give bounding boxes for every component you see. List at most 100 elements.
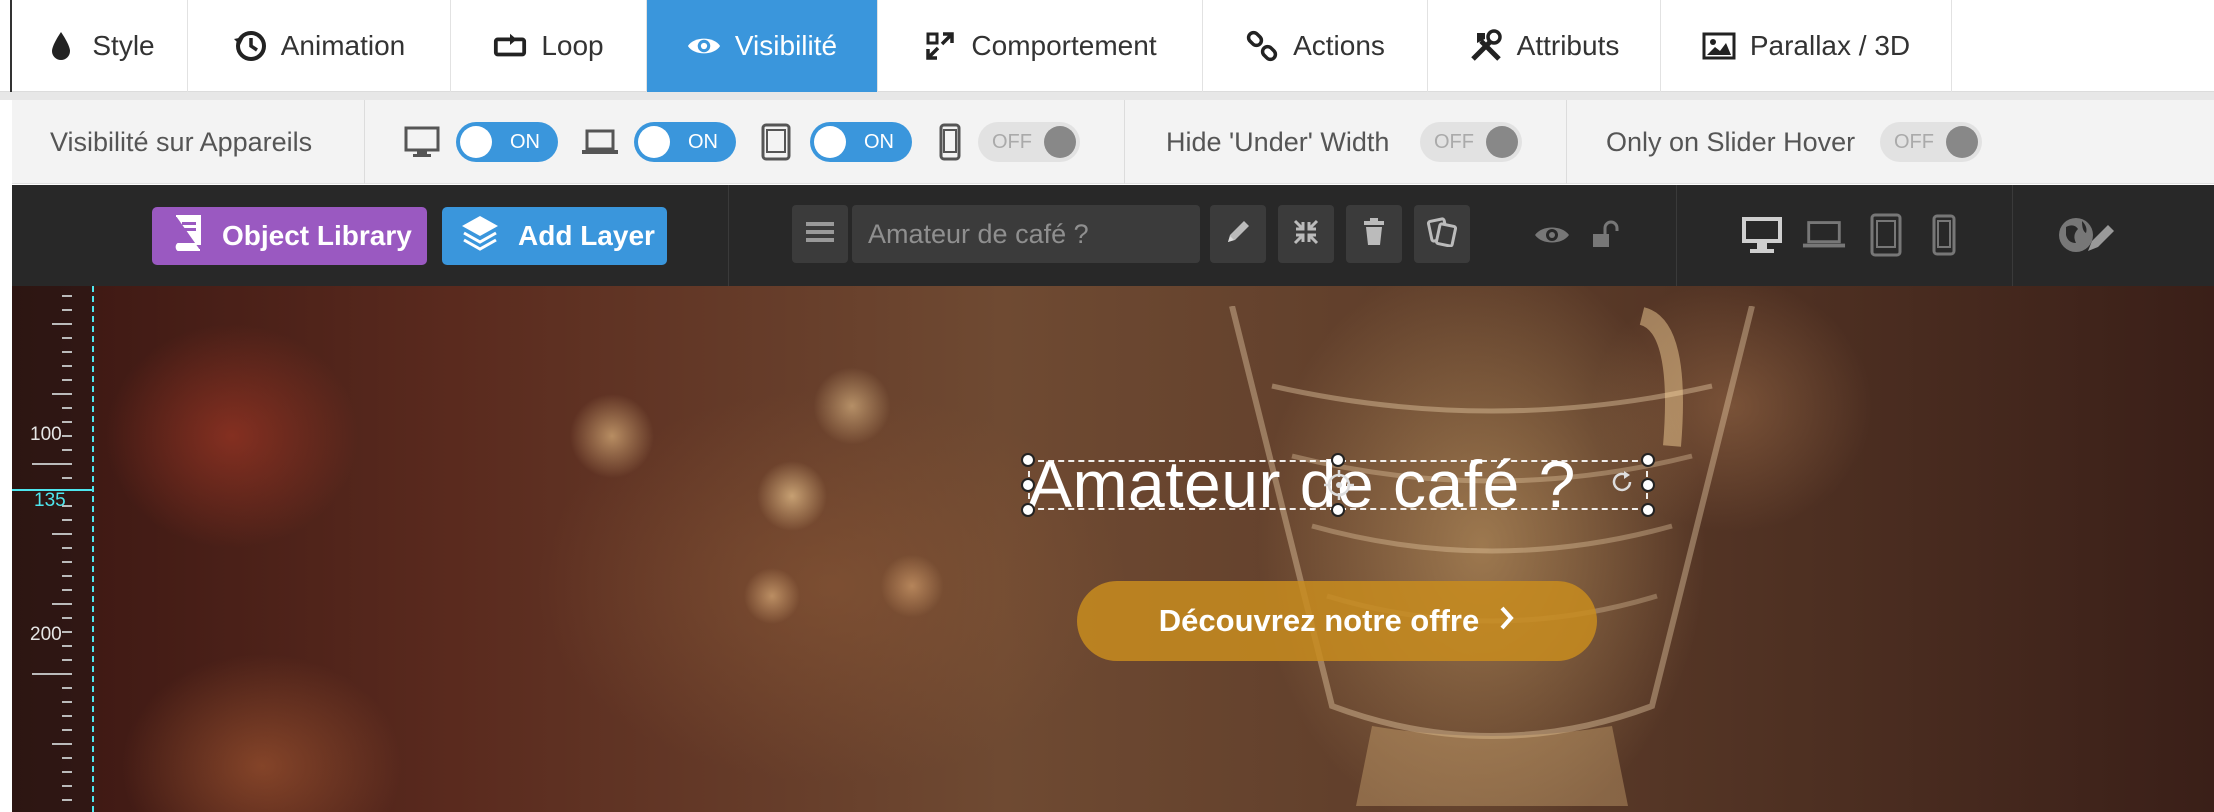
tab-attributs[interactable]: Attributs <box>1428 0 1661 92</box>
only-on-slider-hover-label: Only on Slider Hover <box>1606 126 1856 157</box>
ruler-label: 200 <box>30 624 62 645</box>
history-icon <box>233 29 267 63</box>
notebook-visibility-toggle[interactable]: ON <box>634 122 736 162</box>
tab-actions[interactable]: Actions <box>1203 0 1428 92</box>
tab-divider <box>0 92 2214 100</box>
divider <box>728 185 729 286</box>
tab-label: Loop <box>541 30 604 61</box>
tab-label: Comportement <box>971 30 1157 61</box>
toggle-knob <box>1946 126 1978 158</box>
tab-style[interactable]: Style <box>12 0 188 92</box>
layers-icon <box>460 214 500 259</box>
image-icon <box>1702 29 1736 63</box>
object-library-label: Object Library <box>222 220 412 251</box>
divider <box>1124 100 1125 184</box>
object-library-button[interactable]: Object Library <box>152 207 427 265</box>
tablet-view-icon[interactable] <box>1864 213 1908 257</box>
toggle-state: ON <box>510 130 540 153</box>
tools-icon <box>1469 29 1503 63</box>
mobile-visibility-toggle[interactable]: OFF <box>978 122 1080 162</box>
add-layer-button[interactable]: Add Layer <box>442 207 667 265</box>
layer-name-input[interactable] <box>852 205 1200 263</box>
loop-icon <box>493 29 527 63</box>
ruler-label: 100 <box>30 424 62 445</box>
notebook-view-icon[interactable] <box>1802 213 1846 257</box>
resize-handle[interactable] <box>1021 503 1035 517</box>
tablet-visibility-toggle[interactable]: ON <box>810 122 912 162</box>
toggle-knob <box>1486 126 1518 158</box>
tab-label: Visibilité <box>734 30 838 61</box>
desktop-icon <box>400 120 444 164</box>
unlock-icon[interactable] <box>1584 213 1628 257</box>
layer-list-button[interactable] <box>792 205 848 263</box>
tab-comportement[interactable]: Comportement <box>878 0 1203 92</box>
toggle-state: OFF <box>1894 130 1934 153</box>
window-edge <box>10 0 12 100</box>
visibility-bar: Visibilité sur Appareils ON ON ON OFF Hi… <box>12 100 2214 184</box>
divider <box>1676 185 1677 286</box>
toggle-state: OFF <box>992 130 1032 153</box>
toggle-knob <box>814 126 846 158</box>
edit-layer-button[interactable] <box>1210 205 1266 263</box>
tab-label: Actions <box>1293 30 1385 61</box>
eye-icon <box>687 29 721 63</box>
add-layer-label: Add Layer <box>518 220 655 251</box>
expand-icon <box>923 29 957 63</box>
tab-parallax-3d[interactable]: Parallax / 3D <box>1661 0 1952 92</box>
tab-label: Animation <box>280 30 406 61</box>
toggle-knob <box>460 126 492 158</box>
tab-loop[interactable]: Loop <box>451 0 647 92</box>
link-icon <box>1245 29 1279 63</box>
cta-button-layer[interactable]: Découvrez notre offre <box>1077 581 1597 661</box>
resize-handle[interactable] <box>1331 503 1345 517</box>
cta-label: Découvrez notre offre <box>1158 603 1480 638</box>
resize-handle[interactable] <box>1021 478 1035 492</box>
slide-canvas[interactable]: 100 135 200 Amateur de café ? Découvrez … <box>12 286 2214 812</box>
toggle-state: ON <box>864 130 894 153</box>
resize-handle[interactable] <box>1641 478 1655 492</box>
chevron-right-icon <box>1499 603 1515 639</box>
tab-animation[interactable]: Animation <box>188 0 451 92</box>
fit-layer-button[interactable] <box>1278 205 1334 263</box>
toggle-knob <box>638 126 670 158</box>
desktop-view-icon[interactable] <box>1740 213 1784 257</box>
tab-label: Parallax / 3D <box>1749 30 1911 61</box>
vertical-guide-line <box>92 286 94 812</box>
trash-icon <box>1362 217 1386 251</box>
visibility-devices-label: Visibilité sur Appareils <box>50 126 313 157</box>
duplicate-layer-button[interactable] <box>1414 205 1470 263</box>
toggle-state: ON <box>688 130 718 153</box>
notebook-icon <box>578 120 622 164</box>
ruler-label-active: 135 <box>34 490 66 511</box>
copy-icon <box>1426 216 1458 252</box>
mobile-view-icon[interactable] <box>1922 213 1966 257</box>
resize-handle[interactable] <box>1021 453 1035 467</box>
visibility-eye-icon[interactable] <box>1530 213 1574 257</box>
layer-toolbar: Object Library Add Layer <box>12 185 2214 286</box>
desktop-visibility-toggle[interactable]: ON <box>456 122 558 162</box>
ruler-position-guide <box>12 489 92 491</box>
tab-visibilite[interactable]: Visibilité <box>647 0 878 92</box>
divider <box>1566 100 1567 184</box>
resize-handle[interactable] <box>1641 503 1655 517</box>
resize-handle[interactable] <box>1331 453 1345 467</box>
tablet-icon <box>754 120 798 164</box>
hide-under-width-label: Hide 'Under' Width <box>1166 126 1390 157</box>
tab-label: Style <box>92 30 155 61</box>
rotate-handle-icon[interactable] <box>1608 468 1636 496</box>
only-on-slider-hover-toggle[interactable]: OFF <box>1880 122 1982 162</box>
delete-layer-button[interactable] <box>1346 205 1402 263</box>
book-icon <box>170 214 204 259</box>
divider <box>364 100 365 184</box>
tab-bar: Style Animation Loop Visibilité Comporte… <box>0 0 2214 92</box>
resize-handle[interactable] <box>1641 453 1655 467</box>
background-coffee-image <box>1229 306 1755 806</box>
globe-edit-icon[interactable] <box>2056 213 2116 257</box>
mobile-icon <box>928 120 972 164</box>
toggle-state: OFF <box>1434 130 1474 153</box>
pencil-icon <box>1224 218 1252 251</box>
tab-label: Attributs <box>1516 30 1620 61</box>
crosshair-icon[interactable] <box>1322 468 1356 502</box>
hide-under-width-toggle[interactable]: OFF <box>1420 122 1522 162</box>
divider <box>2012 185 2013 286</box>
